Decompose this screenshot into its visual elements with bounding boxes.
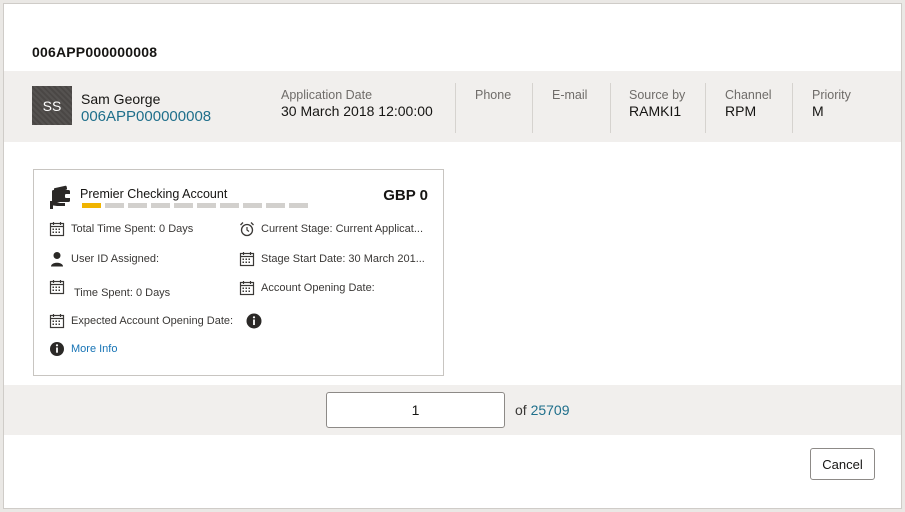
meta-label: Phone: [475, 88, 512, 102]
applicant-name: Sam George: [81, 91, 161, 107]
page-number-input[interactable]: [326, 392, 505, 428]
calendar-icon: [239, 252, 255, 267]
pagination-bar: of 25709: [4, 385, 901, 435]
account-amount: GBP 0: [383, 187, 428, 204]
meta-value: 30 March 2018 12:00:00: [281, 103, 433, 119]
account-card[interactable]: Premier Checking Account GBP 0 Total Tim…: [33, 169, 444, 376]
account-opening-date-text: Account Opening Date:: [261, 282, 375, 294]
application-dialog: 006APP000000008 SS Sam George 006APP0000…: [3, 3, 902, 509]
calendar-icon: [49, 222, 65, 237]
meta-priority: Priority M: [812, 88, 851, 119]
user-icon: [51, 252, 63, 267]
expected-opening-date-text: Expected Account Opening Date:: [71, 315, 234, 327]
alarm-clock-icon: [240, 222, 254, 237]
page-total: of 25709: [515, 402, 570, 418]
page-of-label: of: [515, 402, 527, 418]
meta-source: Source by RAMKI1: [629, 88, 685, 119]
application-header: SS Sam George 006APP000000008 Applicatio…: [4, 71, 901, 142]
avatar-initials: SS: [42, 97, 62, 114]
user-id-assigned: User ID Assigned:: [49, 251, 234, 267]
divider: [455, 83, 456, 133]
stage-start-date-text: Stage Start Date: 30 March 201...: [261, 253, 425, 265]
account-opening-date: Account Opening Date:: [239, 280, 434, 296]
progress-step: [197, 203, 216, 208]
meta-value: M: [812, 103, 824, 119]
avatar: SS: [32, 86, 72, 125]
calendar-icon: [49, 280, 65, 295]
divider: [705, 83, 706, 133]
progress-step: [105, 203, 124, 208]
expected-opening-date: Expected Account Opening Date:: [49, 313, 279, 329]
meta-email: E-mail: [552, 88, 587, 103]
meta-channel: Channel RPM: [725, 88, 772, 119]
calendar-icon: [49, 314, 65, 329]
page-total-link[interactable]: 25709: [531, 402, 570, 418]
meta-label: Application Date: [281, 88, 373, 102]
progress-step: [220, 203, 239, 208]
meta-value: RPM: [725, 103, 757, 119]
divider: [610, 83, 611, 133]
wallet-icon: [50, 185, 71, 209]
total-time-spent-text: Total Time Spent: 0 Days: [71, 223, 194, 235]
divider: [792, 83, 793, 133]
progress-step: [128, 203, 147, 208]
cancel-button[interactable]: Cancel: [810, 448, 875, 480]
progress-step: [266, 203, 285, 208]
total-time-spent: Total Time Spent: 0 Days: [49, 221, 234, 237]
meta-phone: Phone: [475, 88, 511, 103]
progress-step: [151, 203, 170, 208]
meta-label: E-mail: [552, 88, 588, 102]
more-info[interactable]: More Info: [49, 341, 199, 357]
product-name: Premier Checking Account: [80, 187, 228, 201]
time-spent: Time Spent: 0 Days: [49, 280, 234, 299]
meta-label: Source by: [629, 88, 686, 102]
user-id-assigned-text: User ID Assigned:: [71, 253, 160, 265]
progress-step: [174, 203, 193, 208]
meta-value: RAMKI1: [629, 103, 682, 119]
stage-progress-bar: [82, 203, 308, 208]
application-id-link[interactable]: 006APP000000008: [81, 108, 211, 125]
stage-start-date: Stage Start Date: 30 March 201...: [239, 251, 434, 267]
divider: [532, 83, 533, 133]
time-spent-text: Time Spent: 0 Days: [74, 287, 171, 299]
info-icon: [50, 342, 64, 356]
more-info-link[interactable]: More Info: [71, 343, 117, 355]
current-stage-text: Current Stage: Current Applicat...: [261, 223, 424, 235]
calendar-icon: [239, 281, 255, 296]
dialog-title: 006APP000000008: [32, 44, 158, 60]
meta-application-date: Application Date 30 March 2018 12:00:00: [281, 88, 433, 119]
progress-step: [289, 203, 308, 208]
info-icon[interactable]: [246, 313, 262, 329]
meta-label: Channel: [725, 88, 772, 102]
current-stage: Current Stage: Current Applicat...: [239, 221, 434, 237]
meta-label: Priority: [812, 88, 851, 102]
progress-step: [82, 203, 101, 208]
progress-step: [243, 203, 262, 208]
